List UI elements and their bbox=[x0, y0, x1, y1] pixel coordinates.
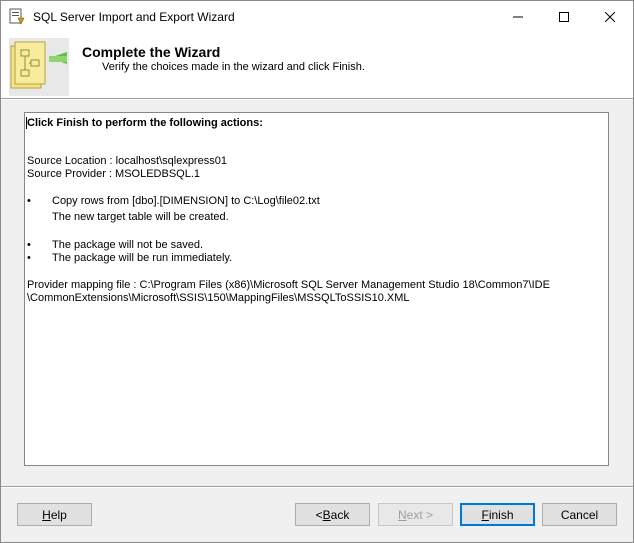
page-title: Complete the Wizard bbox=[82, 44, 221, 60]
minimize-button[interactable] bbox=[495, 1, 541, 32]
summary-textbox[interactable]: Click Finish to perform the following ac… bbox=[24, 112, 609, 466]
help-button-accelerator: H bbox=[42, 507, 51, 522]
summary-intro: Click Finish to perform the following ac… bbox=[27, 117, 263, 129]
copy-rows-action: Copy rows from [dbo].[DIMENSION] to C:\L… bbox=[52, 195, 320, 207]
wizard-header: Complete the Wizard Verify the choices m… bbox=[1, 32, 633, 98]
back-button-accelerator: B bbox=[322, 507, 331, 522]
bullet-copy: • bbox=[27, 195, 31, 207]
title-bar[interactable]: SQL Server Import and Export Wizard bbox=[1, 1, 633, 32]
source-location: Source Location : localhost\sqlexpress01 bbox=[27, 155, 227, 167]
minimize-icon bbox=[513, 16, 523, 17]
finish-button[interactable]: Finish bbox=[460, 503, 535, 526]
wizard-app-icon bbox=[9, 8, 25, 25]
next-button-label: ext > bbox=[406, 507, 434, 522]
wizard-banner-icon bbox=[9, 38, 69, 96]
new-table-note: The new target table will be created. bbox=[52, 211, 229, 223]
bullet-not-saved: • bbox=[27, 239, 31, 251]
cancel-button[interactable]: Cancel bbox=[542, 503, 617, 526]
page-subtitle: Verify the choices made in the wizard an… bbox=[102, 61, 365, 73]
header-divider-highlight bbox=[1, 99, 633, 100]
next-button-accelerator: N bbox=[397, 507, 407, 522]
footer-divider-highlight bbox=[1, 487, 633, 488]
maximize-button[interactable] bbox=[541, 1, 587, 32]
package-not-saved: The package will not be saved. bbox=[52, 239, 204, 251]
back-button-label-pre: < bbox=[315, 507, 323, 522]
finish-button-accelerator: F bbox=[481, 507, 489, 522]
maximize-icon bbox=[559, 11, 569, 22]
mapping-file-line2: \CommonExtensions\Microsoft\SSIS\150\Map… bbox=[27, 292, 410, 304]
finish-button-label: inish bbox=[488, 507, 514, 522]
wizard-window: SQL Server Import and Export Wizard Comp… bbox=[0, 0, 634, 543]
back-button[interactable]: < Back bbox=[295, 503, 370, 526]
cancel-button-label: Cancel bbox=[560, 507, 599, 522]
source-provider: Source Provider : MSOLEDBSQL.1 bbox=[27, 168, 201, 180]
bullet-run: • bbox=[27, 252, 31, 264]
window-title: SQL Server Import and Export Wizard bbox=[33, 10, 235, 24]
next-button[interactable]: Next > bbox=[378, 503, 453, 526]
package-run-immediately: The package will be run immediately. bbox=[52, 252, 233, 264]
help-button-label: elp bbox=[50, 507, 67, 522]
close-icon bbox=[605, 11, 615, 22]
close-button[interactable] bbox=[587, 1, 633, 32]
back-button-label: ack bbox=[330, 507, 350, 522]
help-button[interactable]: Help bbox=[17, 503, 92, 526]
mapping-file-line1: Provider mapping file : C:\Program Files… bbox=[27, 279, 550, 291]
